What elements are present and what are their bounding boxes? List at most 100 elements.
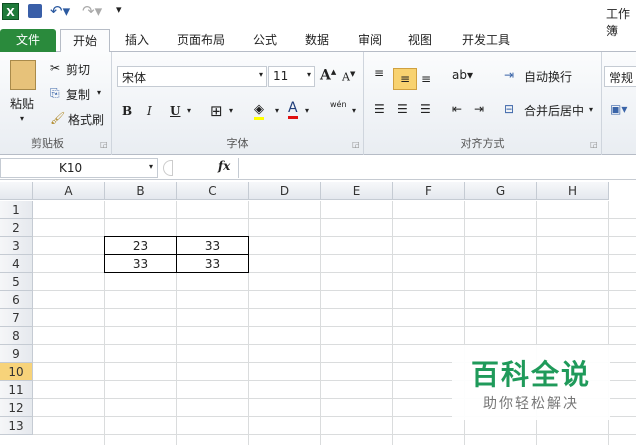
format-painter-icon: 🖌: [50, 111, 66, 125]
tab-home[interactable]: 开始: [60, 29, 110, 53]
copy-icon: ⎘: [50, 86, 60, 100]
align-right-icon[interactable]: ☰: [420, 102, 431, 116]
cell-B4[interactable]: 33: [104, 254, 177, 273]
column-header[interactable]: E: [321, 182, 393, 200]
decrease-indent-icon[interactable]: ⇤: [452, 102, 462, 116]
font-label: 字体: [226, 137, 249, 150]
tab-file[interactable]: 文件: [0, 29, 56, 52]
bold-button[interactable]: B: [122, 104, 132, 118]
formula-bar: K10 ▾ fx: [0, 156, 636, 180]
align-center-icon[interactable]: ☰: [397, 102, 408, 116]
column-header[interactable]: G: [465, 182, 537, 200]
formula-bar-resize-handle[interactable]: [163, 160, 173, 176]
paste-button[interactable]: 粘贴: [10, 95, 34, 112]
grid-row: [33, 219, 636, 237]
insert-function-button[interactable]: fx: [218, 159, 230, 173]
wrap-text-icon: ⇥: [504, 68, 515, 82]
ribbon-tabs: 文件 开始 插入 页面布局 公式 数据 审阅 视图 开发工具: [0, 25, 636, 53]
merge-center-button[interactable]: 合并后居中: [524, 102, 584, 119]
grid-line: [392, 201, 393, 445]
alignment-label: 对齐方式: [460, 137, 505, 150]
chevron-down-icon: ▾: [148, 162, 153, 171]
chevron-down-icon: ▾: [258, 70, 263, 79]
column-header[interactable]: F: [393, 182, 465, 200]
fill-color-dropdown-icon[interactable]: ▾: [275, 106, 279, 115]
chevron-down-icon: ▾: [306, 70, 311, 79]
align-bottom-icon[interactable]: ≡: [421, 72, 431, 86]
cell-C4[interactable]: 33: [176, 254, 249, 273]
italic-button[interactable]: I: [147, 104, 152, 118]
clipboard-group: 粘贴 ▾ ✂ 剪切 ⎘ 复制 ▾ 🖌 格式刷 剪贴板 ◲: [0, 52, 112, 155]
row-header[interactable]: 9: [0, 345, 33, 363]
row-header[interactable]: 8: [0, 327, 33, 345]
row-header[interactable]: 5: [0, 273, 33, 291]
column-header[interactable]: D: [249, 182, 321, 200]
align-left-icon[interactable]: ☰: [374, 102, 385, 116]
currency-format-icon[interactable]: ▣▾: [610, 102, 627, 116]
row-header[interactable]: 1: [0, 201, 33, 219]
save-icon[interactable]: [28, 4, 42, 18]
underline-button[interactable]: U: [170, 104, 180, 118]
increase-indent-icon[interactable]: ⇥: [474, 102, 484, 116]
copy-dropdown-icon[interactable]: ▾: [97, 88, 101, 97]
font-color-dropdown-icon[interactable]: ▾: [305, 106, 309, 115]
cell-B3[interactable]: 23: [104, 236, 177, 255]
format-painter-button[interactable]: 格式刷: [68, 111, 104, 128]
borders-icon[interactable]: ⊞: [210, 102, 223, 120]
dialog-launcher-icon[interactable]: ◲: [352, 140, 360, 149]
orientation-icon[interactable]: ab▾: [452, 68, 473, 82]
fill-color-icon[interactable]: ◈: [254, 102, 264, 120]
align-middle-icon[interactable]: ≡: [393, 68, 417, 90]
number-format-select[interactable]: 常规: [604, 66, 636, 87]
row-header[interactable]: 10: [0, 363, 33, 381]
column-header[interactable]: H: [537, 182, 609, 200]
borders-dropdown-icon[interactable]: ▾: [229, 106, 233, 115]
row-header[interactable]: 3: [0, 237, 33, 255]
row-header[interactable]: 7: [0, 309, 33, 327]
undo-icon[interactable]: ↶▾: [50, 2, 70, 20]
customize-qat-icon[interactable]: ▾: [116, 3, 122, 16]
grow-font-icon[interactable]: A▲: [320, 67, 336, 84]
row-header[interactable]: 11: [0, 381, 33, 399]
wrap-text-button[interactable]: 自动换行: [524, 68, 572, 85]
column-header[interactable]: B: [105, 182, 177, 200]
paste-icon[interactable]: [10, 60, 36, 90]
phonetic-button[interactable]: wén: [330, 100, 347, 109]
grid-line: [320, 201, 321, 445]
tab-formulas[interactable]: 公式: [245, 29, 285, 52]
watermark: 百科全说 助你轻松解决: [452, 345, 610, 420]
watermark-title: 百科全说: [470, 358, 591, 391]
align-top-icon[interactable]: ≡: [374, 66, 384, 80]
phonetic-dropdown-icon[interactable]: ▾: [352, 106, 356, 115]
tab-data[interactable]: 数据: [297, 29, 337, 52]
number-format-value: 常规: [609, 71, 634, 85]
tab-page-layout[interactable]: 页面布局: [170, 29, 232, 52]
font-name-select[interactable]: 宋体 ▾: [117, 66, 267, 87]
dialog-launcher-icon[interactable]: ◲: [590, 140, 598, 149]
copy-button[interactable]: 复制: [66, 86, 90, 103]
tab-view[interactable]: 视图: [400, 29, 440, 52]
underline-dropdown-icon[interactable]: ▾: [187, 106, 191, 115]
row-header[interactable]: 4: [0, 255, 33, 273]
font-color-button[interactable]: A: [288, 101, 298, 119]
tab-developer[interactable]: 开发工具: [455, 29, 517, 52]
merge-dropdown-icon[interactable]: ▾: [589, 105, 593, 114]
dialog-launcher-icon[interactable]: ◲: [100, 140, 108, 149]
row-header[interactable]: 12: [0, 399, 33, 417]
name-box[interactable]: K10 ▾: [0, 158, 158, 178]
row-header[interactable]: 13: [0, 417, 33, 435]
shrink-font-icon[interactable]: A▼: [342, 70, 355, 84]
tab-insert[interactable]: 插入: [117, 29, 157, 52]
column-header[interactable]: C: [177, 182, 249, 200]
row-header[interactable]: 6: [0, 291, 33, 309]
redo-icon[interactable]: ↷▾: [82, 2, 102, 20]
row-header[interactable]: 2: [0, 219, 33, 237]
cell-C3[interactable]: 33: [176, 236, 249, 255]
font-size-select[interactable]: 11 ▾: [268, 66, 315, 87]
select-all-corner[interactable]: [0, 182, 33, 200]
column-header[interactable]: A: [33, 182, 105, 200]
tab-review[interactable]: 审阅: [350, 29, 390, 52]
cut-button[interactable]: 剪切: [66, 61, 90, 78]
paste-dropdown-icon[interactable]: ▾: [20, 114, 24, 123]
formula-input[interactable]: [238, 158, 636, 178]
